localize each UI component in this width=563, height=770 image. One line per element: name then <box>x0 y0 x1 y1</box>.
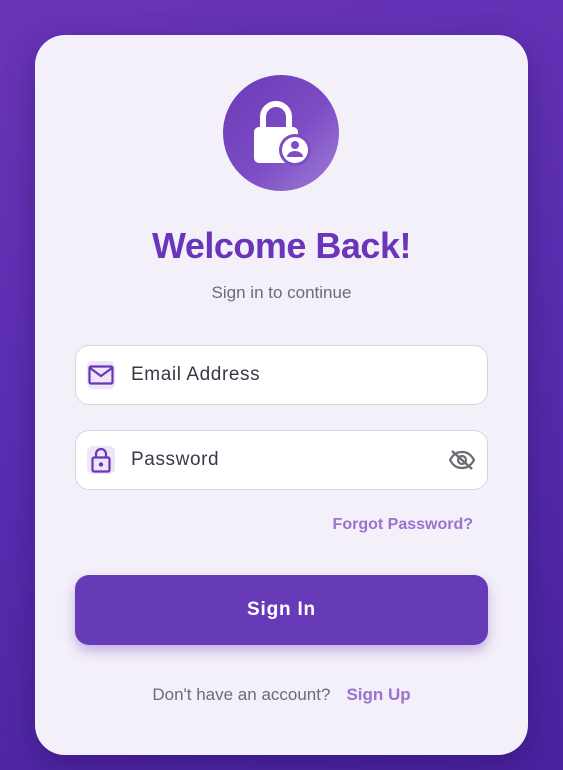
visibility-off-icon[interactable] <box>447 445 477 475</box>
password-field[interactable] <box>75 430 488 490</box>
page-subtitle: Sign in to continue <box>211 283 352 302</box>
signup-prompt-text: Don't have an account? <box>152 685 331 704</box>
password-input[interactable] <box>131 449 447 471</box>
signup-prompt: Don't have an account? Sign Up <box>35 685 528 705</box>
sign-up-link[interactable]: Sign Up <box>346 685 410 704</box>
lock-icon <box>87 446 115 474</box>
email-field[interactable] <box>75 345 488 405</box>
mail-icon <box>87 361 115 389</box>
sign-in-button[interactable]: Sign In <box>75 575 488 645</box>
email-input[interactable] <box>131 364 487 386</box>
lock-person-icon <box>223 75 339 191</box>
login-card: Welcome Back! Sign in to continue Email … <box>35 35 528 755</box>
forgot-password-link[interactable]: Forgot Password? <box>333 516 473 534</box>
page-title: Welcome Back! <box>152 225 411 266</box>
